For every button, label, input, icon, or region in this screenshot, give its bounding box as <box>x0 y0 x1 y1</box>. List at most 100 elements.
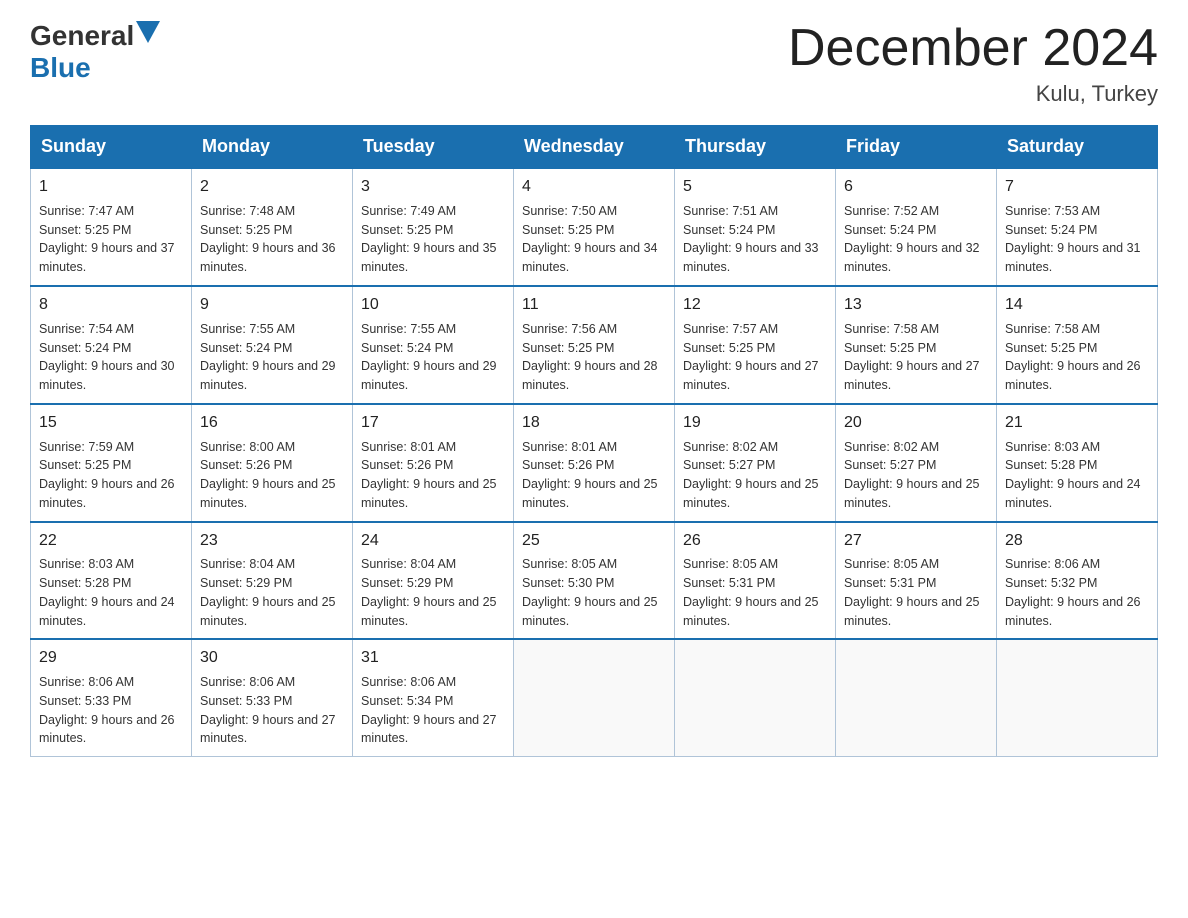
day-number: 23 <box>200 529 344 554</box>
calendar-cell: 14Sunrise: 7:58 AMSunset: 5:25 PMDayligh… <box>997 286 1158 404</box>
day-info: Sunrise: 7:58 AMSunset: 5:25 PMDaylight:… <box>844 320 988 395</box>
month-title: December 2024 <box>788 20 1158 77</box>
day-info: Sunrise: 8:02 AMSunset: 5:27 PMDaylight:… <box>844 438 988 513</box>
day-number: 25 <box>522 529 666 554</box>
calendar-cell: 24Sunrise: 8:04 AMSunset: 5:29 PMDayligh… <box>353 522 514 640</box>
calendar-cell: 25Sunrise: 8:05 AMSunset: 5:30 PMDayligh… <box>514 522 675 640</box>
calendar-week-row: 22Sunrise: 8:03 AMSunset: 5:28 PMDayligh… <box>31 522 1158 640</box>
day-info: Sunrise: 8:05 AMSunset: 5:31 PMDaylight:… <box>683 555 827 630</box>
calendar-cell <box>675 639 836 756</box>
calendar-header-monday: Monday <box>192 126 353 169</box>
calendar-week-row: 1Sunrise: 7:47 AMSunset: 5:25 PMDaylight… <box>31 168 1158 286</box>
calendar-cell: 7Sunrise: 7:53 AMSunset: 5:24 PMDaylight… <box>997 168 1158 286</box>
day-info: Sunrise: 7:48 AMSunset: 5:25 PMDaylight:… <box>200 202 344 277</box>
day-number: 4 <box>522 175 666 200</box>
day-number: 5 <box>683 175 827 200</box>
day-info: Sunrise: 8:05 AMSunset: 5:31 PMDaylight:… <box>844 555 988 630</box>
day-info: Sunrise: 8:06 AMSunset: 5:33 PMDaylight:… <box>200 673 344 748</box>
day-number: 2 <box>200 175 344 200</box>
calendar-header-wednesday: Wednesday <box>514 126 675 169</box>
calendar-cell: 22Sunrise: 8:03 AMSunset: 5:28 PMDayligh… <box>31 522 192 640</box>
calendar-week-row: 8Sunrise: 7:54 AMSunset: 5:24 PMDaylight… <box>31 286 1158 404</box>
calendar-cell <box>836 639 997 756</box>
calendar-cell <box>514 639 675 756</box>
day-info: Sunrise: 8:03 AMSunset: 5:28 PMDaylight:… <box>39 555 183 630</box>
day-info: Sunrise: 7:49 AMSunset: 5:25 PMDaylight:… <box>361 202 505 277</box>
day-number: 11 <box>522 293 666 318</box>
location-text: Kulu, Turkey <box>788 81 1158 107</box>
day-info: Sunrise: 8:02 AMSunset: 5:27 PMDaylight:… <box>683 438 827 513</box>
calendar-cell: 3Sunrise: 7:49 AMSunset: 5:25 PMDaylight… <box>353 168 514 286</box>
day-info: Sunrise: 7:57 AMSunset: 5:25 PMDaylight:… <box>683 320 827 395</box>
calendar-cell: 11Sunrise: 7:56 AMSunset: 5:25 PMDayligh… <box>514 286 675 404</box>
calendar-cell: 2Sunrise: 7:48 AMSunset: 5:25 PMDaylight… <box>192 168 353 286</box>
calendar-cell: 16Sunrise: 8:00 AMSunset: 5:26 PMDayligh… <box>192 404 353 522</box>
calendar-header-saturday: Saturday <box>997 126 1158 169</box>
day-info: Sunrise: 8:06 AMSunset: 5:32 PMDaylight:… <box>1005 555 1149 630</box>
calendar-cell: 26Sunrise: 8:05 AMSunset: 5:31 PMDayligh… <box>675 522 836 640</box>
day-number: 12 <box>683 293 827 318</box>
day-number: 6 <box>844 175 988 200</box>
calendar-cell: 31Sunrise: 8:06 AMSunset: 5:34 PMDayligh… <box>353 639 514 756</box>
day-number: 26 <box>683 529 827 554</box>
day-number: 10 <box>361 293 505 318</box>
calendar-cell: 20Sunrise: 8:02 AMSunset: 5:27 PMDayligh… <box>836 404 997 522</box>
day-number: 19 <box>683 411 827 436</box>
day-info: Sunrise: 7:51 AMSunset: 5:24 PMDaylight:… <box>683 202 827 277</box>
day-info: Sunrise: 8:01 AMSunset: 5:26 PMDaylight:… <box>522 438 666 513</box>
day-number: 28 <box>1005 529 1149 554</box>
day-number: 9 <box>200 293 344 318</box>
calendar-cell: 30Sunrise: 8:06 AMSunset: 5:33 PMDayligh… <box>192 639 353 756</box>
calendar-cell: 8Sunrise: 7:54 AMSunset: 5:24 PMDaylight… <box>31 286 192 404</box>
calendar-cell: 13Sunrise: 7:58 AMSunset: 5:25 PMDayligh… <box>836 286 997 404</box>
calendar-cell: 10Sunrise: 7:55 AMSunset: 5:24 PMDayligh… <box>353 286 514 404</box>
day-number: 24 <box>361 529 505 554</box>
day-number: 18 <box>522 411 666 436</box>
day-info: Sunrise: 7:52 AMSunset: 5:24 PMDaylight:… <box>844 202 988 277</box>
calendar-cell: 29Sunrise: 8:06 AMSunset: 5:33 PMDayligh… <box>31 639 192 756</box>
calendar-cell: 4Sunrise: 7:50 AMSunset: 5:25 PMDaylight… <box>514 168 675 286</box>
calendar-cell: 21Sunrise: 8:03 AMSunset: 5:28 PMDayligh… <box>997 404 1158 522</box>
calendar-table: SundayMondayTuesdayWednesdayThursdayFrid… <box>30 125 1158 757</box>
calendar-cell: 19Sunrise: 8:02 AMSunset: 5:27 PMDayligh… <box>675 404 836 522</box>
day-number: 29 <box>39 646 183 671</box>
calendar-header-thursday: Thursday <box>675 126 836 169</box>
day-info: Sunrise: 8:04 AMSunset: 5:29 PMDaylight:… <box>361 555 505 630</box>
calendar-cell: 9Sunrise: 7:55 AMSunset: 5:24 PMDaylight… <box>192 286 353 404</box>
day-info: Sunrise: 8:06 AMSunset: 5:34 PMDaylight:… <box>361 673 505 748</box>
calendar-cell: 18Sunrise: 8:01 AMSunset: 5:26 PMDayligh… <box>514 404 675 522</box>
day-info: Sunrise: 8:06 AMSunset: 5:33 PMDaylight:… <box>39 673 183 748</box>
logo-general-text: General <box>30 20 134 52</box>
calendar-cell <box>997 639 1158 756</box>
calendar-cell: 5Sunrise: 7:51 AMSunset: 5:24 PMDaylight… <box>675 168 836 286</box>
calendar-header-sunday: Sunday <box>31 126 192 169</box>
day-info: Sunrise: 7:53 AMSunset: 5:24 PMDaylight:… <box>1005 202 1149 277</box>
calendar-cell: 12Sunrise: 7:57 AMSunset: 5:25 PMDayligh… <box>675 286 836 404</box>
day-number: 17 <box>361 411 505 436</box>
day-info: Sunrise: 7:56 AMSunset: 5:25 PMDaylight:… <box>522 320 666 395</box>
calendar-cell: 6Sunrise: 7:52 AMSunset: 5:24 PMDaylight… <box>836 168 997 286</box>
day-info: Sunrise: 7:47 AMSunset: 5:25 PMDaylight:… <box>39 202 183 277</box>
day-info: Sunrise: 7:58 AMSunset: 5:25 PMDaylight:… <box>1005 320 1149 395</box>
day-info: Sunrise: 8:05 AMSunset: 5:30 PMDaylight:… <box>522 555 666 630</box>
day-info: Sunrise: 7:50 AMSunset: 5:25 PMDaylight:… <box>522 202 666 277</box>
day-info: Sunrise: 8:04 AMSunset: 5:29 PMDaylight:… <box>200 555 344 630</box>
day-number: 21 <box>1005 411 1149 436</box>
day-number: 14 <box>1005 293 1149 318</box>
logo-blue-text: Blue <box>30 52 91 83</box>
day-number: 16 <box>200 411 344 436</box>
calendar-header-tuesday: Tuesday <box>353 126 514 169</box>
day-number: 27 <box>844 529 988 554</box>
day-number: 31 <box>361 646 505 671</box>
day-info: Sunrise: 7:54 AMSunset: 5:24 PMDaylight:… <box>39 320 183 395</box>
calendar-cell: 28Sunrise: 8:06 AMSunset: 5:32 PMDayligh… <box>997 522 1158 640</box>
day-info: Sunrise: 8:00 AMSunset: 5:26 PMDaylight:… <box>200 438 344 513</box>
day-info: Sunrise: 7:55 AMSunset: 5:24 PMDaylight:… <box>200 320 344 395</box>
calendar-cell: 1Sunrise: 7:47 AMSunset: 5:25 PMDaylight… <box>31 168 192 286</box>
calendar-cell: 23Sunrise: 8:04 AMSunset: 5:29 PMDayligh… <box>192 522 353 640</box>
day-number: 20 <box>844 411 988 436</box>
day-number: 13 <box>844 293 988 318</box>
day-number: 1 <box>39 175 183 200</box>
calendar-cell: 17Sunrise: 8:01 AMSunset: 5:26 PMDayligh… <box>353 404 514 522</box>
day-info: Sunrise: 7:59 AMSunset: 5:25 PMDaylight:… <box>39 438 183 513</box>
